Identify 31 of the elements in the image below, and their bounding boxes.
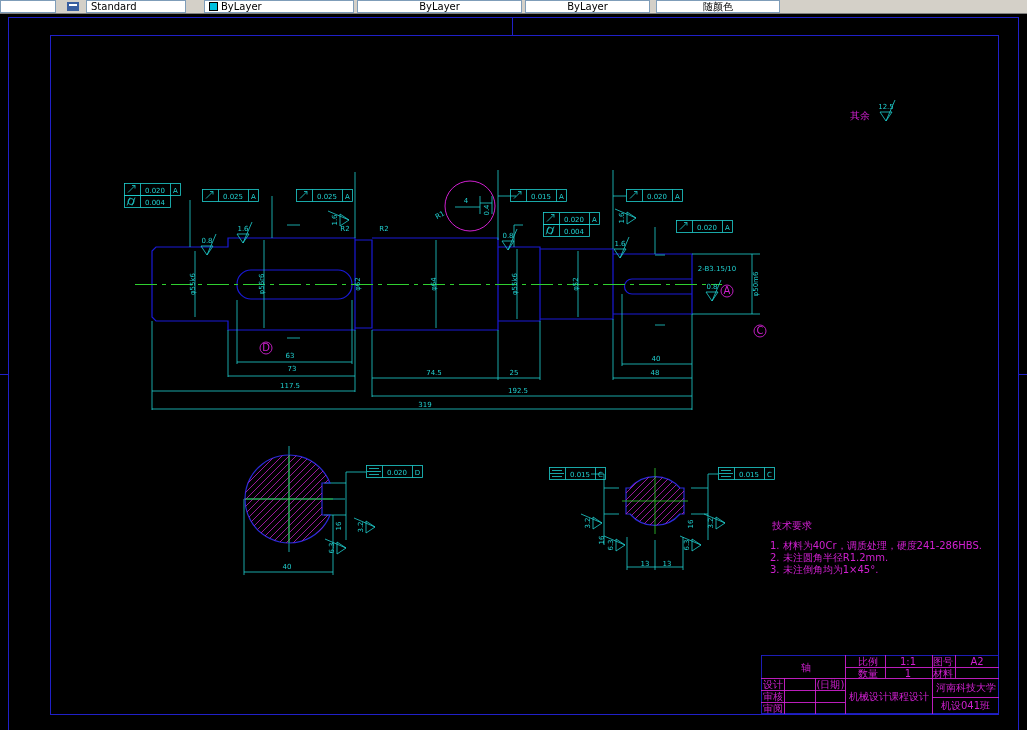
- general-roughness-label: 其余: [850, 110, 870, 121]
- dropdown[interactable]: ByLayer: [204, 0, 354, 13]
- class-name: 机设041班: [940, 700, 991, 711]
- title-block-label: 审核: [762, 691, 783, 702]
- dropdown[interactable]: ByLayer: [357, 0, 522, 13]
- title-block-label: 数量: [858, 668, 878, 679]
- datum-label: A: [720, 284, 734, 298]
- project-title: 机械设计课程设计: [848, 691, 929, 702]
- dropdown[interactable]: [0, 0, 56, 13]
- title-block-label: 材料: [933, 668, 953, 679]
- drawing-number: A2: [970, 656, 984, 667]
- text-style-icon[interactable]: [66, 1, 80, 12]
- quantity-value: 1: [904, 668, 912, 679]
- datum-label: C: [753, 324, 767, 338]
- school-name: 河南科技大学: [935, 682, 996, 693]
- dropdown[interactable]: 随颜色: [656, 0, 780, 13]
- datum-label: D: [259, 341, 273, 355]
- section-view: [621, 467, 689, 535]
- part-name: 轴: [801, 662, 811, 673]
- title-block-label: 设计: [762, 679, 783, 690]
- tech-requirement-item: 3. 未注倒角均为1×45°.: [770, 564, 879, 575]
- title-block-label: 比例: [858, 656, 878, 667]
- tech-requirement-item: 1. 材料为40Cr，调质处理，硬度241-286HBS.: [770, 540, 983, 551]
- title-block-label: 图号: [933, 656, 953, 667]
- scale-value: 1:1: [899, 656, 917, 667]
- title-block-label: 审阅: [762, 703, 783, 714]
- tech-requirements-title: 技术要求: [772, 520, 812, 531]
- dropdown[interactable]: Standard: [86, 0, 186, 13]
- dropdown[interactable]: ByLayer: [525, 0, 650, 13]
- tech-requirement-item: 2. 未注圆角半径R1.2mm.: [770, 552, 889, 563]
- title-block-label: (日期): [816, 679, 845, 690]
